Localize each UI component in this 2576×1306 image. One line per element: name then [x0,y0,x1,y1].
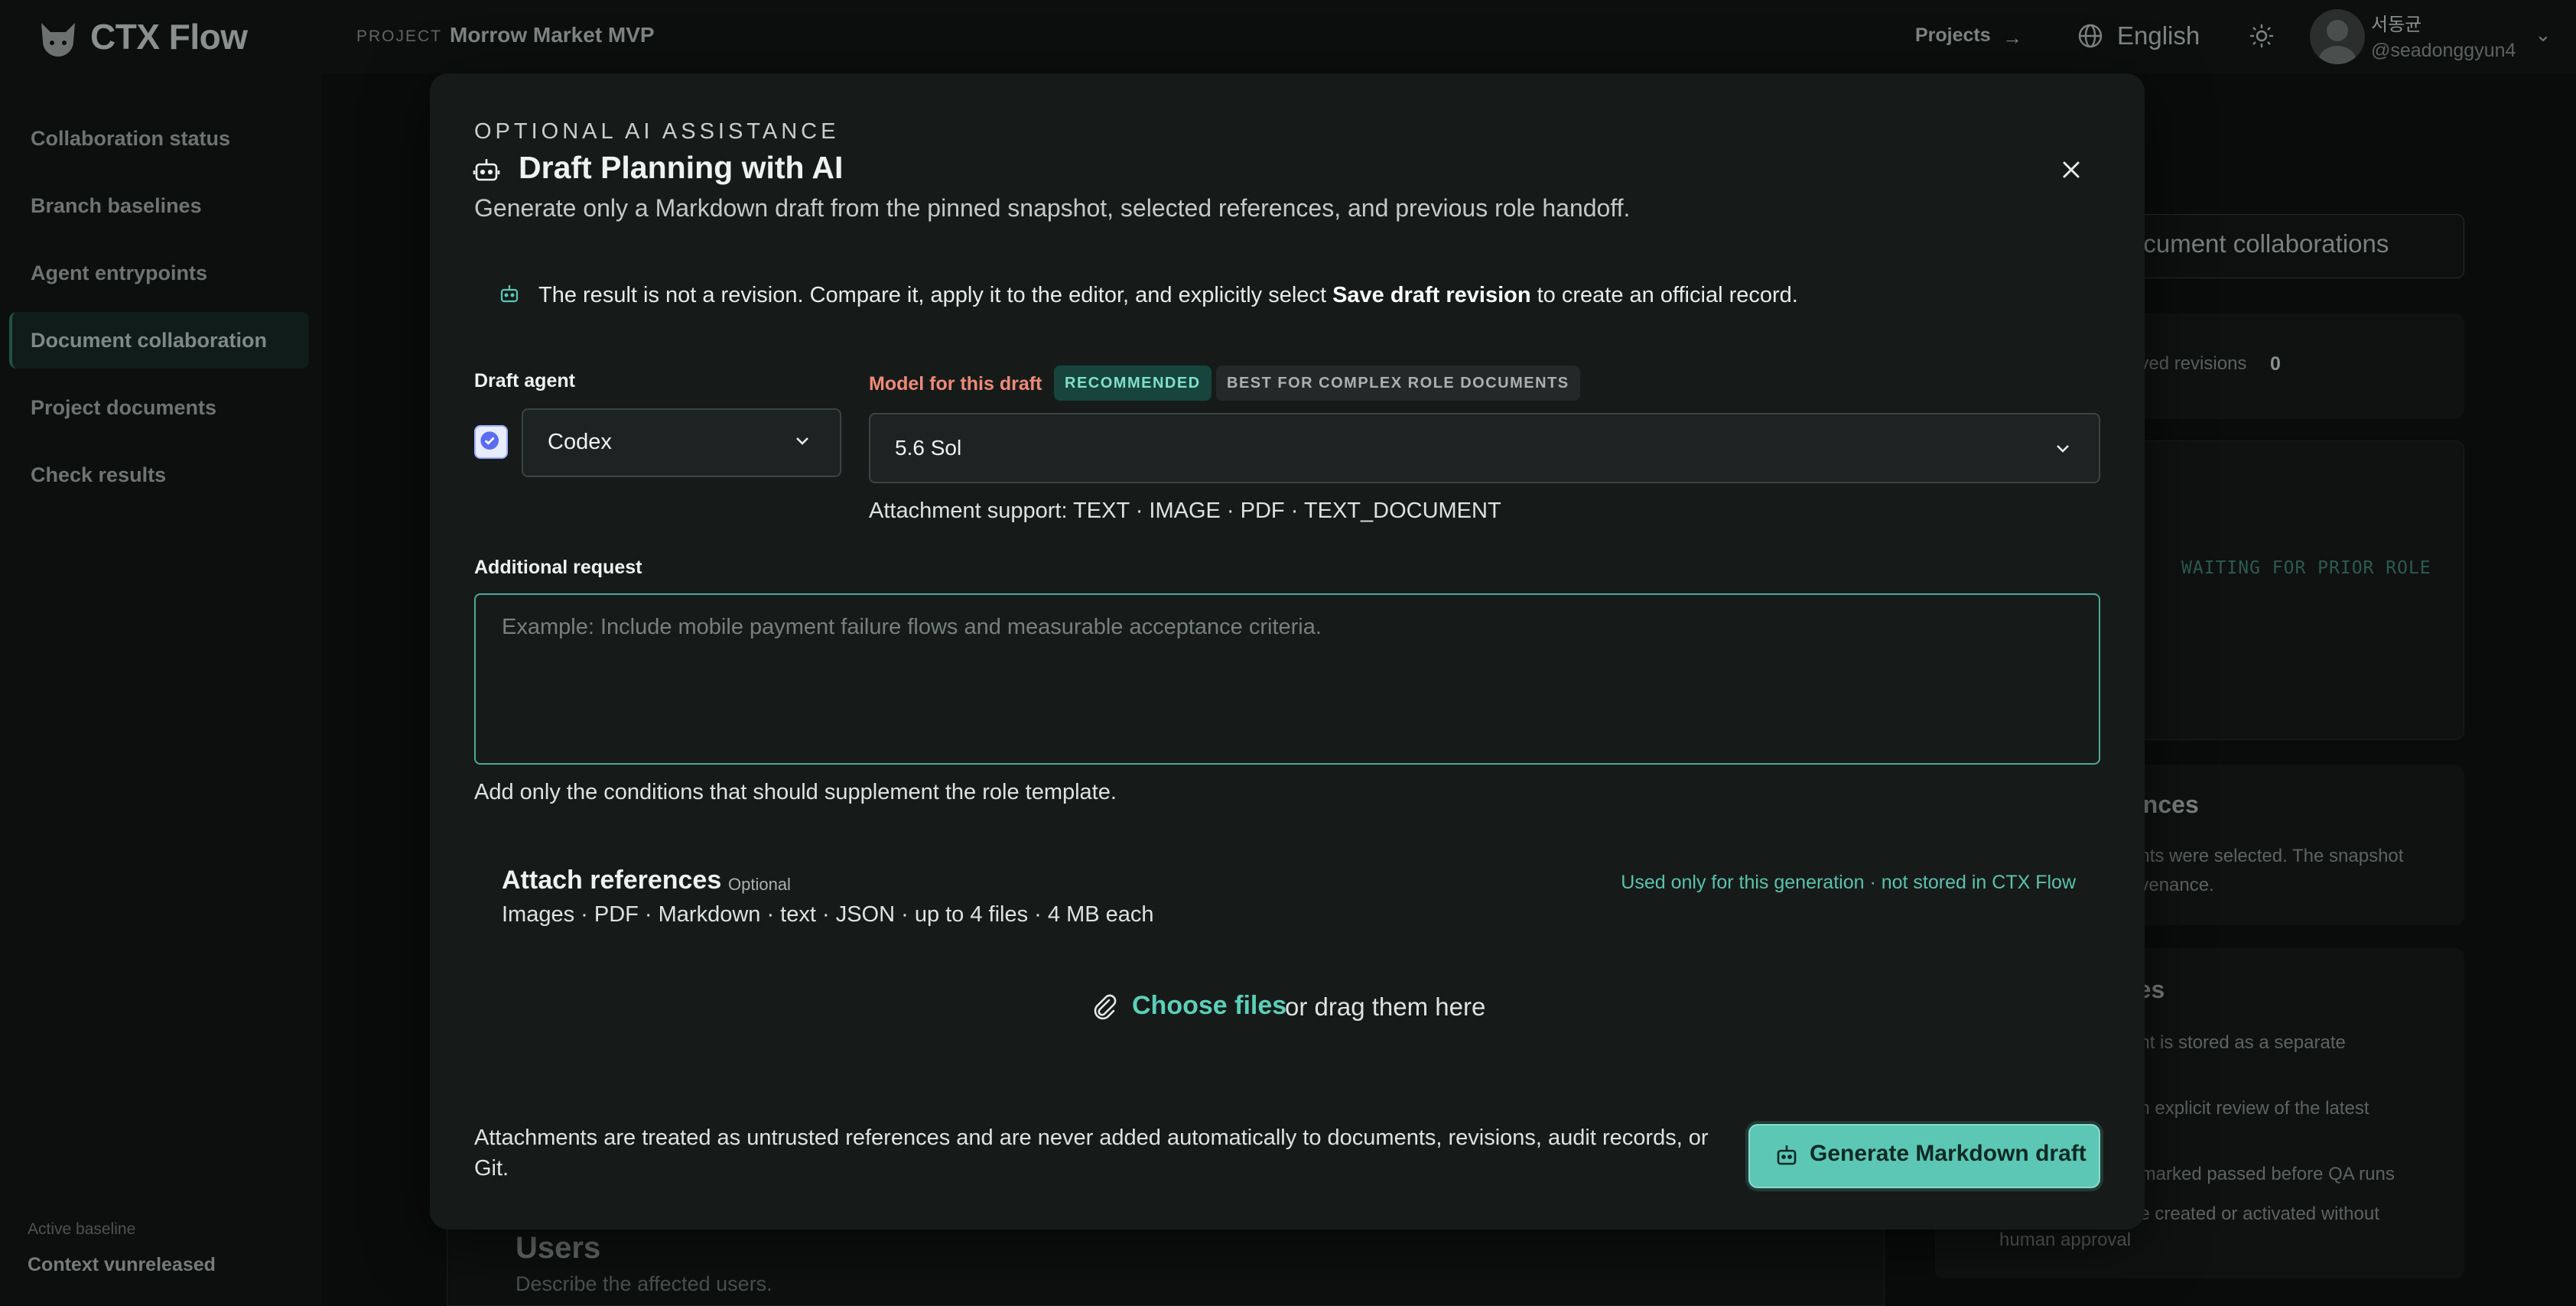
note-text: r marked passed before QA runs [2129,1164,2395,1184]
active-baseline-value: Context vunreleased [28,1254,216,1275]
attach-storage-note: Used only for this generation · not stor… [1621,872,2076,893]
references-text: ents were selected. The snapshot [2129,846,2404,866]
project-tag: PROJECT [356,28,443,45]
note-text: ent is stored as a separate [2129,1032,2346,1053]
note-text: an explicit review of the latest [2129,1098,2369,1119]
project-name[interactable]: Morrow Market MVP [450,23,655,47]
note-text: human approval [1999,1230,2132,1250]
codex-agent-icon [474,425,508,459]
draft-agent-value: Codex [548,430,612,454]
model-value: 5.6 Sol [895,436,962,460]
draft-agent-label: Draft agent [474,370,575,391]
note-text: be created or activated without [2129,1204,2379,1224]
dialog-eyebrow: OPTIONAL AI ASSISTANCE [474,119,840,144]
model-select[interactable] [869,413,2100,483]
drag-drop-hint: or drag them here [1285,992,1486,1021]
language-selector[interactable]: English [2117,21,2200,50]
chevron-down-icon [2057,445,2069,453]
optional-tag: Optional [728,875,791,894]
active-baseline-label: Active baseline [28,1220,136,1238]
sidebar-item-check-results[interactable]: Check results [9,447,309,503]
sidebar-item-collaboration-status[interactable]: Collaboration status [9,110,309,167]
attach-file-types: Images · PDF · Markdown · text · JSON · … [502,902,1154,927]
additional-request-help: Add only the conditions that should supp… [474,780,1117,804]
best-for-badge: BEST FOR COMPLEX ROLE DOCUMENTS [1216,365,1580,401]
document-collaborations-label: ocument collaborations [2129,229,2389,258]
arrow-right-icon: → [2002,26,2022,49]
robot-icon [1777,1145,1797,1165]
chevron-down-icon [796,437,808,445]
user-name: 서동균 [2371,15,2422,35]
close-icon[interactable] [2054,153,2088,187]
user-handle: @seadonggyun4 [2371,40,2516,61]
editor-section-description: Describe the affected users. [516,1272,772,1295]
app-logo-text[interactable]: CTX Flow [90,15,248,58]
attachment-support-text: Attachment support: TEXT · IMAGE · PDF ·… [869,499,1501,523]
sidebar-item-document-collaboration[interactable]: Document collaboration [9,312,309,369]
additional-request-input[interactable] [474,593,2100,765]
robot-icon [473,159,500,181]
save-draft-revision-emphasis: Save draft revision [1332,283,1531,307]
attachments-disclaimer: Attachments are treated as untrusted ref… [474,1126,1709,1181]
sidebar-item-branch-baselines[interactable]: Branch baselines [9,177,309,234]
fox-logo-icon[interactable] [35,15,81,61]
saved-revisions-label: aved revisions [2129,353,2247,374]
generate-button-label: Generate Markdown draft [1810,1141,2086,1166]
sidebar-item-project-documents[interactable]: Project documents [9,379,309,436]
editor-section-heading: Users [516,1231,601,1265]
recommended-badge: RECOMMENDED [1054,365,1212,401]
sidebar-item-agent-entrypoints[interactable]: Agent entrypoints [9,245,309,301]
status-badge: WAITING FOR PRIOR ROLE [2181,558,2431,578]
dialog-title: Draft Planning with AI [519,150,844,185]
choose-files-button[interactable]: Choose files [1132,991,1286,1021]
model-label: Model for this draft [869,373,1042,395]
revision-notice: The result is not a revision. Compare it… [538,283,1798,307]
saved-revisions-count: 0 [2270,353,2281,375]
dialog-subtitle: Generate only a Markdown draft from the … [474,194,1631,222]
additional-request-label: Additional request [474,557,642,578]
avatar[interactable] [2310,9,2365,64]
chevron-down-icon[interactable]: ⌄ [2535,23,2552,47]
robot-icon [500,285,519,303]
paperclip-icon[interactable] [1091,992,1118,1020]
attach-references-title: Attach references [502,866,722,895]
projects-link[interactable]: Projects [1915,24,1991,47]
theme-toggle-icon[interactable] [2249,23,2275,49]
globe-icon[interactable] [2077,23,2103,49]
